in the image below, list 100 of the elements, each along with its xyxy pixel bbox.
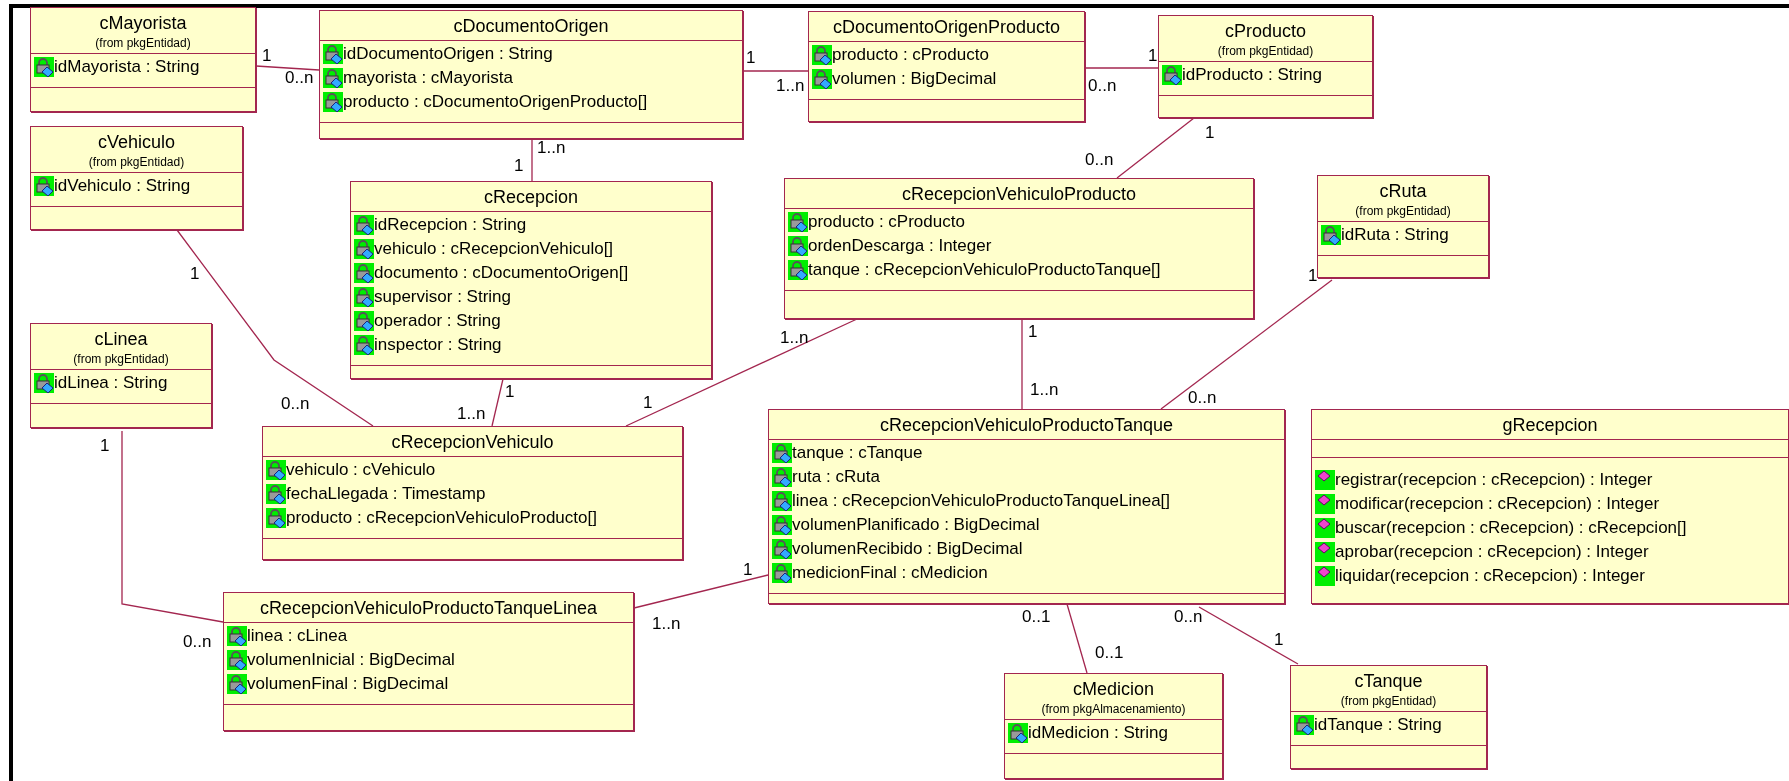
class-name: cProducto (1224, 20, 1306, 43)
private-attribute-icon (227, 626, 247, 646)
private-attribute-icon (788, 236, 808, 256)
attribute-text: documento : cDocumentoOrigen[] (374, 263, 629, 283)
attribute-text: volumenInicial : BigDecimal (247, 650, 455, 670)
private-attribute-icon (788, 260, 808, 280)
class-box[interactable]: cRecepcionVehiculoProductoTanque tanque : cTanque ruta : cRuta linea : cRecepcionVehiculoProductoTanqueLinea[] volumenPlanificado : BigDecimal volumenRecibido : BigDecimal medicionFinal : cMedicion (768, 409, 1285, 604)
operation-text: modificar(recepcion : cRecepcion) : Integer (1335, 494, 1660, 514)
private-attribute-icon (266, 460, 286, 480)
class-box[interactable]: cMedicion (from pkgAlmacenamiento) idMedicion : String (1004, 673, 1223, 779)
class-box[interactable]: cRuta (from pkgEntidad) idRuta : String (1317, 175, 1489, 278)
multiplicity-label: 1..n (776, 76, 805, 96)
multiplicity-label: 1 (1308, 266, 1318, 286)
association-line (742, 70, 809, 72)
private-attribute-icon (354, 311, 374, 331)
multiplicity-label: 1 (746, 48, 756, 68)
private-attribute-icon (354, 215, 374, 235)
class-box[interactable]: cMayorista (from pkgEntidad) idMayorista : String (30, 7, 256, 112)
multiplicity-label: 1 (262, 46, 272, 66)
attribute-text: tanque : cRecepcionVehiculoProductoTanque[] (808, 260, 1161, 280)
multiplicity-label: 1..n (1030, 380, 1059, 400)
attribute-text: idTanque : String (1314, 715, 1442, 735)
attribute-text: volumen : BigDecimal (832, 69, 997, 89)
multiplicity-label: 1..n (537, 138, 566, 158)
class-box[interactable]: cRecepcionVehiculoProducto producto : cProducto ordenDescarga : Integer tanque : cRecepcionVehiculoProductoTanque[] (784, 178, 1254, 319)
operation-text: buscar(recepcion : cRecepcion) : cRecepcion[] (1335, 518, 1687, 538)
multiplicity-label: 0..n (281, 394, 310, 414)
class-box[interactable]: cVehiculo (from pkgEntidad) idVehiculo : String (30, 126, 243, 230)
association-line (491, 378, 504, 427)
private-attribute-icon (266, 508, 286, 528)
attribute-text: idRuta : String (1341, 225, 1449, 245)
class-box[interactable]: cProducto (from pkgEntidad) idProducto : String (1158, 15, 1373, 118)
class-name: cLinea (94, 328, 148, 351)
class-box[interactable]: cTanque (from pkgEntidad) idTanque : String (1290, 665, 1487, 769)
private-attribute-icon (772, 539, 792, 559)
attribute-text: idMedicion : String (1028, 723, 1168, 743)
class-name: cRecepcionVehiculoProductoTanque (879, 414, 1174, 437)
class-name: cTanque (1354, 670, 1423, 693)
class-name: cDocumentoOrigenProducto (832, 16, 1061, 39)
private-attribute-icon (323, 44, 343, 64)
attribute-text: mayorista : cMayorista (343, 68, 514, 88)
public-operation-icon (1315, 566, 1335, 586)
association-line (255, 65, 320, 71)
attribute-text: operador : String (374, 311, 501, 331)
operation-text: aprobar(recepcion : cRecepcion) : Integer (1335, 542, 1649, 562)
attribute-text: supervisor : String (374, 287, 511, 307)
attribute-text: volumenPlanificado : BigDecimal (792, 515, 1040, 535)
attribute-text: idProducto : String (1182, 65, 1322, 85)
association-line (531, 138, 533, 182)
class-box[interactable]: cRecepcionVehiculoProductoTanqueLinea linea : cLinea volumenInicial : BigDecimal volumenFinal : BigDecimal (223, 592, 634, 731)
private-attribute-icon (354, 239, 374, 259)
class-box[interactable]: cRecepcionVehiculo vehiculo : cVehiculo fechaLlegada : Timestamp producto : cRecepcionVehiculoProducto[] (262, 426, 683, 560)
private-attribute-icon (1294, 715, 1314, 735)
class-box[interactable]: cLinea (from pkgEntidad) idLinea : String (30, 323, 212, 428)
public-operation-icon (1315, 470, 1335, 490)
class-box[interactable]: cDocumentoOrigenProducto producto : cProducto volumen : BigDecimal (808, 11, 1085, 122)
multiplicity-label: 0..n (285, 68, 314, 88)
package-note: (from pkgEntidad) (73, 351, 169, 367)
multiplicity-label: 0..n (1085, 150, 1114, 170)
private-attribute-icon (354, 263, 374, 283)
class-name: cMedicion (1072, 678, 1154, 701)
private-attribute-icon (323, 68, 343, 88)
multiplicity-label: 1 (514, 156, 524, 176)
operation-text: registrar(recepcion : cRecepcion) : Integer (1335, 470, 1653, 490)
multiplicity-label: 0..n (183, 632, 212, 652)
attribute-text: vehiculo : cVehiculo (286, 460, 436, 480)
class-box[interactable] (1311, 409, 1789, 604)
private-attribute-icon (1321, 225, 1341, 245)
private-attribute-icon (772, 467, 792, 487)
package-note: (from pkgEntidad) (1340, 693, 1437, 709)
class-name: cRuta (1379, 180, 1427, 203)
attribute-text: tanque : cTanque (792, 443, 923, 463)
private-attribute-icon (1008, 723, 1028, 743)
package-note: (from pkgEntidad) (1355, 203, 1451, 219)
attribute-text: idMayorista : String (54, 57, 200, 77)
multiplicity-label: 1 (743, 560, 753, 580)
class-name: gRecepcion (1502, 414, 1598, 437)
multiplicity-label: 1 (100, 436, 110, 456)
private-attribute-icon (34, 176, 54, 196)
private-attribute-icon (354, 335, 374, 355)
multiplicity-label: 0..1 (1022, 607, 1051, 627)
attribute-text: linea : cRecepcionVehiculoProductoTanqueLinea[] (792, 491, 1171, 511)
attribute-text: medicionFinal : cMedicion (792, 563, 988, 583)
class-box[interactable]: cDocumentoOrigen idDocumentoOrigen : String mayorista : cMayorista producto : cDocumentoOrigenProducto[] (319, 10, 743, 139)
attribute-text: idVehiculo : String (54, 176, 191, 196)
private-attribute-icon (772, 515, 792, 535)
class-name: cVehiculo (97, 131, 176, 154)
private-attribute-icon (772, 563, 792, 583)
private-attribute-icon (788, 212, 808, 232)
public-operation-icon (1315, 518, 1335, 538)
private-attribute-icon (1162, 65, 1182, 85)
package-note: (from pkgEntidad) (88, 154, 185, 170)
attribute-text: vehiculo : cRecepcionVehiculo[] (374, 239, 614, 259)
attribute-text: producto : cProducto (832, 45, 989, 65)
private-attribute-icon (323, 92, 343, 112)
class-box[interactable]: cRecepcion idRecepcion : String vehiculo : cRecepcionVehiculo[] documento : cDocumentoOrigen[] supervisor : String operador : String inspector : String (350, 181, 712, 379)
multiplicity-label: 1 (190, 264, 200, 284)
attribute-text: ruta : cRuta (792, 467, 880, 487)
private-attribute-icon (227, 650, 247, 670)
multiplicity-label: 0..1 (1095, 643, 1124, 663)
